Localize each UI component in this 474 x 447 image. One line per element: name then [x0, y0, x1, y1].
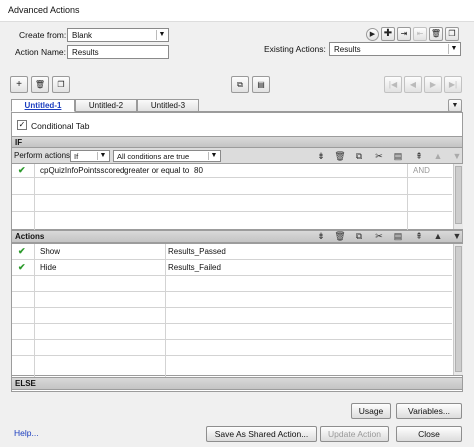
update-action-button[interactable]: Update Action	[320, 426, 389, 442]
action-check-icon: ✔	[18, 262, 26, 272]
delete-decision-icon[interactable]: 🗑	[31, 76, 49, 93]
actions-grid	[11, 243, 463, 377]
tab-untitled-1[interactable]: Untitled-1	[11, 99, 75, 112]
add-action-icon[interactable]: ✚	[381, 27, 395, 41]
conditions-scroll-thumb[interactable]	[455, 166, 462, 224]
help-link[interactable]: Help...	[14, 428, 39, 438]
cut-condition-icon[interactable]: ✂	[372, 150, 386, 162]
action-target[interactable]: Results_Passed	[168, 247, 226, 256]
previous-icon[interactable]: ◀	[404, 76, 422, 93]
condition-logic[interactable]: AND	[413, 166, 430, 175]
condition-operator[interactable]: greater or equal to	[124, 166, 189, 175]
move-down-icon[interactable]: ▼	[450, 150, 464, 162]
actions-scrollbar[interactable]	[453, 244, 463, 375]
export-icon[interactable]: ⇤	[413, 27, 427, 41]
last-icon[interactable]: ▶|	[444, 76, 462, 93]
tab-menu-icon[interactable]: ▼	[448, 99, 462, 112]
perform-select[interactable]: If ▼	[70, 150, 110, 162]
paste-condition-icon[interactable]: ▤	[391, 150, 405, 162]
action-name[interactable]: Show	[40, 247, 60, 256]
actions-scroll-thumb[interactable]	[455, 246, 462, 372]
move-up-icon[interactable]: ▲	[431, 150, 445, 162]
condition-check-icon: ✔	[18, 165, 26, 175]
chevron-down-icon: ▼	[156, 30, 167, 40]
insert-action-row-icon[interactable]: ⇞	[412, 230, 426, 242]
insert-row-icon[interactable]: ⇞	[412, 150, 426, 162]
create-from-select[interactable]: Blank ▼	[67, 28, 169, 42]
copy-action-icon[interactable]: ⧉	[352, 230, 366, 242]
copy-condition-icon[interactable]: ⧉	[352, 150, 366, 162]
variables-button[interactable]: Variables...	[396, 403, 462, 419]
chevron-down-icon: ▼	[208, 152, 219, 160]
import-icon[interactable]: ⇥	[397, 27, 411, 41]
cut-action-icon[interactable]: ✂	[372, 230, 386, 242]
conditions-scrollbar[interactable]	[453, 164, 463, 229]
action-target[interactable]: Results_Failed	[168, 263, 221, 272]
chevron-down-icon: ▼	[97, 152, 108, 160]
paste-decision-icon[interactable]: ▤	[252, 76, 270, 93]
create-from-value: Blank	[72, 31, 93, 40]
create-from-label: Create from:	[19, 30, 67, 40]
move-action-down-icon[interactable]: ▼	[450, 230, 464, 242]
conditions-select[interactable]: All conditions are true ▼	[113, 150, 221, 162]
usage-button[interactable]: Usage	[351, 403, 391, 419]
existing-actions-label: Existing Actions:	[264, 44, 326, 54]
copy-decision-icon[interactable]: ⧉	[231, 76, 249, 93]
perform-value: If	[74, 152, 79, 161]
action-check-icon: ✔	[18, 246, 26, 256]
add-decision-icon[interactable]: +	[10, 76, 28, 93]
tab-untitled-2[interactable]: Untitled-2	[75, 99, 137, 112]
action-name-label: Action Name:	[15, 47, 67, 57]
delete-condition-icon[interactable]: 🗑	[333, 150, 347, 162]
next-icon[interactable]: ▶	[424, 76, 442, 93]
conditional-tab-label: Conditional Tab	[31, 121, 90, 131]
tab-untitled-3[interactable]: Untitled-3	[137, 99, 199, 112]
close-button[interactable]: Close	[396, 426, 462, 442]
perform-actions-label: Perform actions:	[14, 151, 73, 160]
condition-value[interactable]: 80	[194, 166, 203, 175]
if-header: IF	[11, 136, 463, 148]
delete-action-row-icon[interactable]: 🗑	[333, 230, 347, 242]
paste-action-icon[interactable]: ▤	[391, 230, 405, 242]
duplicate-action-icon[interactable]: ❐	[445, 27, 459, 41]
insert-condition-icon[interactable]: ⇟	[314, 150, 328, 162]
existing-actions-select[interactable]: Results ▼	[329, 42, 461, 56]
action-name-input[interactable]: Results	[67, 45, 169, 59]
preview-icon[interactable]: ▶	[366, 28, 379, 41]
save-shared-action-button[interactable]: Save As Shared Action...	[206, 426, 317, 442]
window-title: Advanced Actions	[0, 0, 474, 22]
else-header[interactable]: ELSE	[11, 377, 463, 390]
conditional-tab-checkbox[interactable]: ✓	[17, 120, 27, 130]
condition-variable[interactable]: cpQuizInfoPointsscored	[40, 166, 125, 175]
first-icon[interactable]: |◀	[384, 76, 402, 93]
duplicate-decision-icon[interactable]: ❐	[52, 76, 70, 93]
delete-action-icon[interactable]: 🗑	[429, 27, 443, 41]
existing-actions-value: Results	[334, 45, 361, 54]
insert-action-icon[interactable]: ⇟	[314, 230, 328, 242]
action-name[interactable]: Hide	[40, 263, 56, 272]
chevron-down-icon: ▼	[448, 44, 459, 54]
move-action-up-icon[interactable]: ▲	[431, 230, 445, 242]
conditions-value: All conditions are true	[117, 152, 190, 161]
